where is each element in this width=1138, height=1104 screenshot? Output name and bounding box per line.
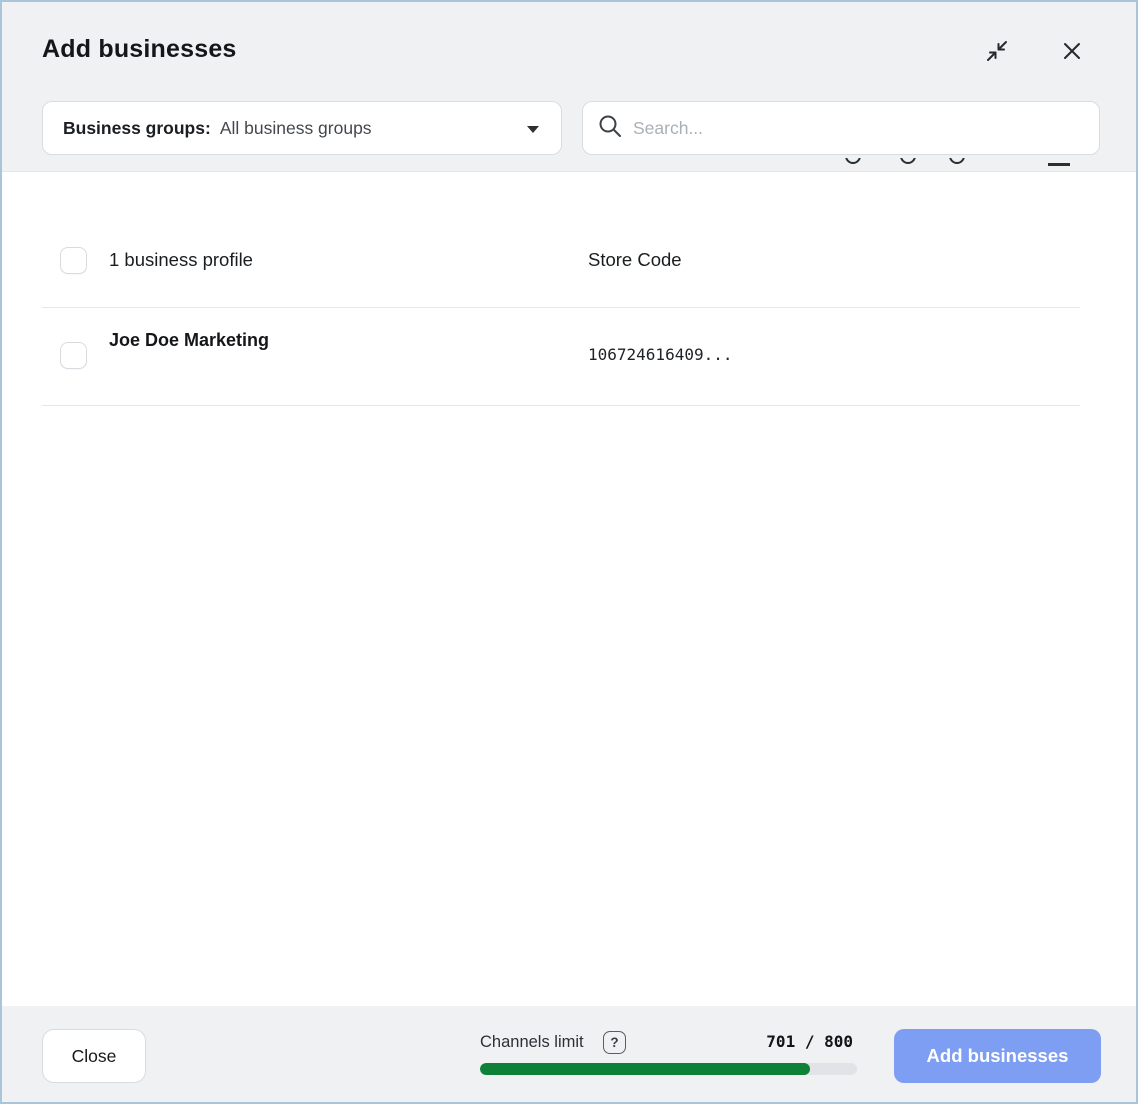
chevron-down-icon — [527, 126, 539, 133]
store-code-column-header: Store Code — [588, 249, 682, 271]
channels-usage-count: 701 / 800 — [766, 1032, 853, 1051]
business-groups-value: All business groups — [220, 118, 372, 139]
clipped-scrolled-row: PLANNING AN W H A W AI — [2, 158, 1136, 171]
collapse-icon — [985, 39, 1009, 66]
clipped-row-text: PLANNING AN W H A W AI — [14, 158, 258, 159]
divider — [42, 405, 1080, 406]
clipped-icon — [845, 158, 861, 164]
select-all-checkbox[interactable] — [60, 247, 87, 274]
channels-limit-label: Channels limit — [480, 1033, 584, 1052]
dialog-title: Add businesses — [42, 35, 237, 64]
profiles-count-label: 1 business profile — [109, 249, 253, 271]
search-icon — [597, 113, 633, 144]
close-button[interactable]: Close — [42, 1029, 146, 1083]
add-businesses-dialog: Add businesses Business groups: All busi… — [0, 0, 1138, 1104]
collapse-button[interactable] — [983, 38, 1011, 66]
search-box — [582, 101, 1100, 155]
close-dialog-button[interactable] — [1058, 38, 1086, 66]
divider — [42, 307, 1080, 308]
channels-limit-progress — [480, 1063, 857, 1075]
clipped-icon — [949, 158, 965, 164]
business-groups-dropdown[interactable]: Business groups: All business groups — [42, 101, 562, 155]
dialog-header: Add businesses Business groups: All busi… — [2, 2, 1136, 172]
business-groups-label: Business groups: — [63, 118, 211, 139]
close-icon — [1061, 40, 1083, 65]
business-name[interactable]: Joe Doe Marketing — [109, 330, 269, 351]
channels-progress-fill — [480, 1063, 810, 1075]
store-code-value: 106724616409... — [588, 345, 733, 364]
search-input[interactable] — [633, 118, 1085, 139]
clipped-icon — [1048, 163, 1070, 166]
row-checkbox[interactable] — [60, 342, 87, 369]
add-businesses-button[interactable]: Add businesses — [894, 1029, 1101, 1083]
clipped-icon — [900, 158, 916, 164]
help-icon[interactable]: ? — [603, 1031, 626, 1054]
